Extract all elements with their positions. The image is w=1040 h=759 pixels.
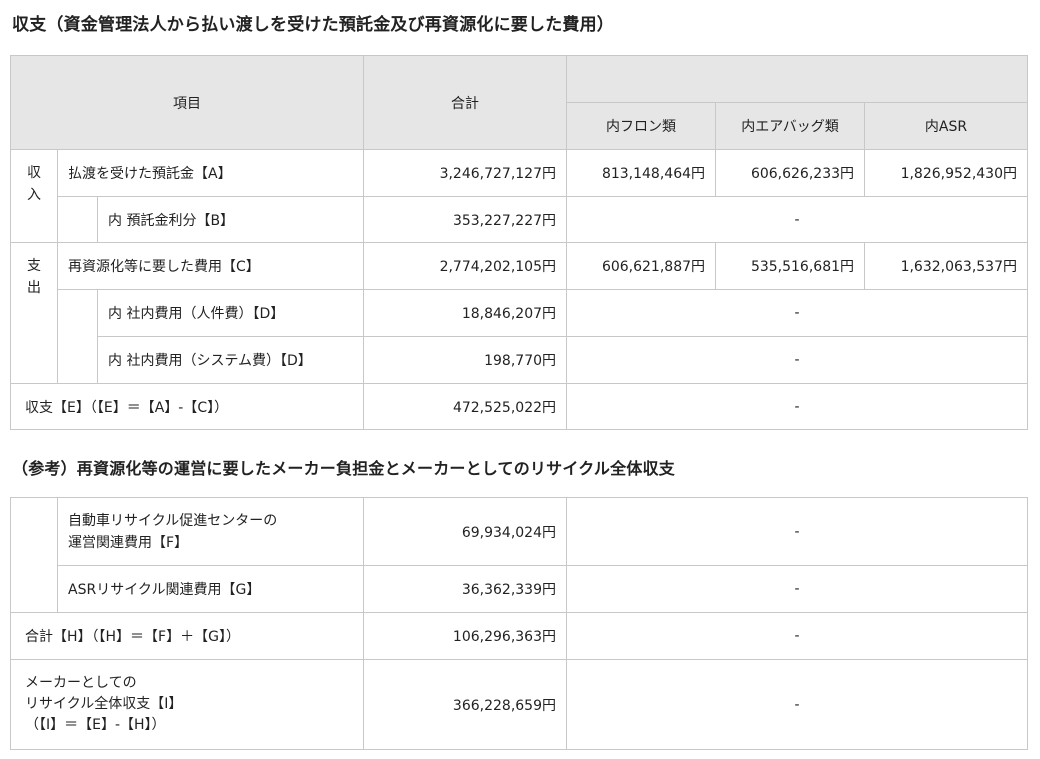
expense-label: 支出: [10, 242, 58, 384]
row-e-label: 収支【E】（【E】＝【A】-【C】）: [9, 383, 365, 430]
header-airbag: 内エアバッグ類: [715, 102, 866, 150]
balance-table: 項目 合計 内フロン類 内エアバッグ類 内ASR 収入 払渡を受けた預託金【A】…: [9, 55, 1029, 430]
row-c-label: 再資源化等に要した費用【C】: [56, 242, 365, 290]
row-a-total: 3,246,727,127円: [363, 149, 568, 197]
row-fg-indent: [10, 497, 58, 613]
row-h-label: 合計【H】（【H】＝【F】＋【G】）: [10, 612, 364, 660]
row-g-total: 36,362,339円: [363, 565, 567, 613]
row-b-total: 353,227,227円: [363, 196, 568, 243]
row-a-asr: 1,826,952,430円: [864, 149, 1029, 197]
header-asr: 内ASR: [864, 102, 1029, 150]
row-f-rest: -: [566, 497, 1028, 566]
row-d1-rest: -: [566, 289, 1029, 337]
row-c-airbag: 535,516,681円: [715, 242, 866, 290]
row-i-label: メーカーとしての リサイクル全体収支【I】 （【I】＝【E】-【H】）: [10, 659, 364, 750]
row-e-total: 472,525,022円: [363, 383, 568, 430]
row-h-total: 106,296,363円: [363, 612, 567, 660]
row-d2-rest: -: [566, 336, 1029, 384]
row-d1-total: 18,846,207円: [363, 289, 568, 337]
row-a-freon: 813,148,464円: [566, 149, 717, 197]
header-total: 合計: [363, 55, 568, 150]
row-e-rest: -: [566, 383, 1029, 430]
row-f-total: 69,934,024円: [363, 497, 567, 566]
row-d1-label: 内 社内費用（人件費）【D】: [96, 289, 365, 337]
header-blank: [566, 55, 1029, 103]
row-i-rest: -: [566, 659, 1028, 750]
row-f-label: 自動車リサイクル促進センターの 運営関連費用【F】: [57, 497, 364, 566]
row-h-rest: -: [566, 612, 1028, 660]
row-b-rest: -: [566, 196, 1029, 243]
reference-table: 自動車リサイクル促進センターの 運営関連費用【F】 69,934,024円 - …: [10, 497, 1028, 750]
row-a-label: 払渡を受けた預託金【A】: [56, 149, 365, 197]
header-freon: 内フロン類: [566, 102, 717, 150]
row-g-label: ASRリサイクル関連費用【G】: [57, 565, 364, 613]
row-d-indent: [57, 289, 98, 384]
row-d2-label: 内 社内費用（システム費）【D】: [96, 336, 365, 384]
row-d2-total: 198,770円: [363, 336, 568, 384]
row-c-asr: 1,632,063,537円: [864, 242, 1029, 290]
row-g-rest: -: [566, 565, 1028, 613]
row-c-total: 2,774,202,105円: [363, 242, 568, 290]
row-a-airbag: 606,626,233円: [715, 149, 866, 197]
header-item: 項目: [9, 55, 365, 150]
row-b-indent: [57, 196, 98, 243]
section-title-balance: 収支（資金管理法人から払い渡しを受けた預託金及び再資源化に要した費用）: [12, 15, 614, 35]
row-i-total: 366,228,659円: [363, 659, 567, 750]
income-label: 収入: [10, 149, 58, 243]
row-c-freon: 606,621,887円: [566, 242, 717, 290]
row-b-label: 内 預託金利分【B】: [96, 196, 365, 243]
section-title-reference: （参考）再資源化等の運営に要したメーカー負担金とメーカーとしてのリサイクル全体収…: [12, 459, 675, 478]
